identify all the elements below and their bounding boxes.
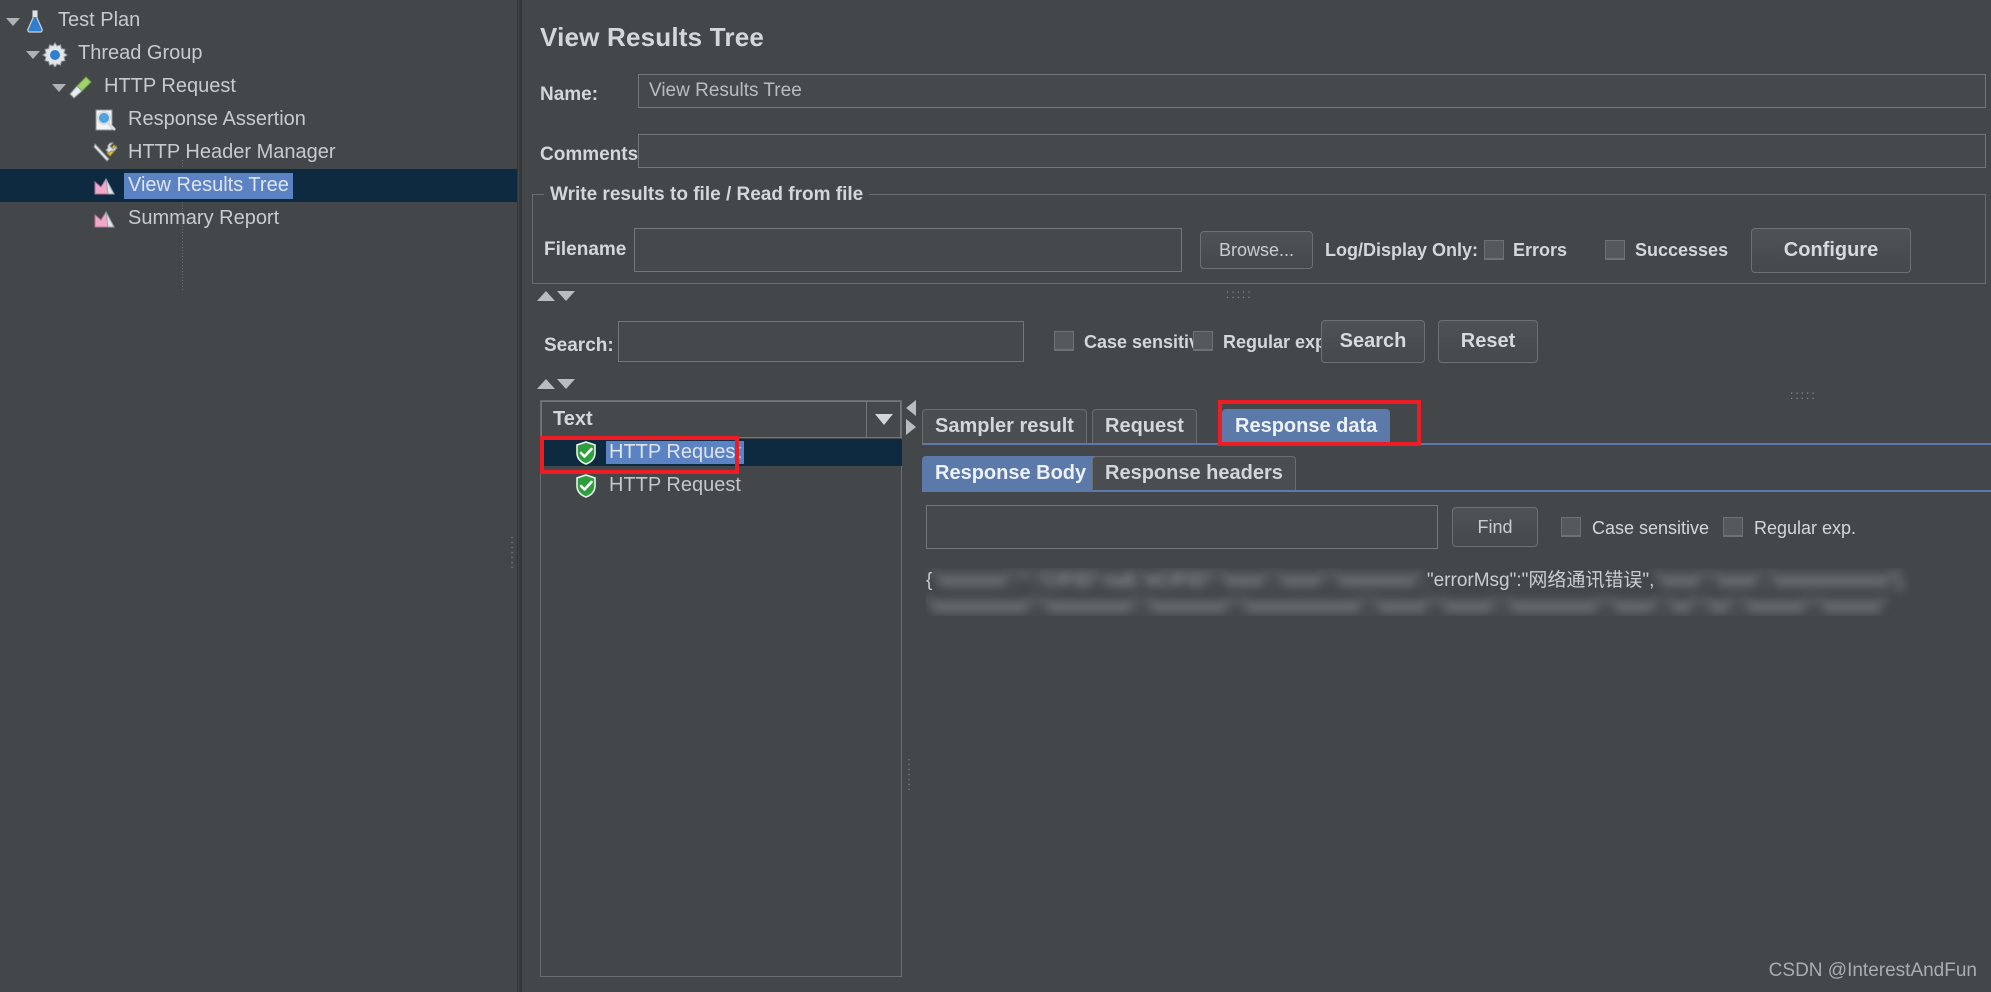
name-label: Name: (540, 84, 599, 105)
find-input[interactable] (926, 505, 1438, 549)
find-case-sensitive-checkbox[interactable] (1561, 517, 1581, 537)
tree-item-label: HTTP Header Manager (128, 140, 336, 163)
tree-item-label: Test Plan (58, 8, 141, 31)
response-line1-redacted-a: "xxxxxxx":"","CIFID":null,"eCIFID":"xxxx… (932, 570, 1427, 591)
tab-response-data[interactable]: Response data (1222, 409, 1391, 443)
tree-item-summary-report[interactable]: Summary Report (0, 202, 517, 235)
filename-label: Filename (544, 239, 627, 260)
log-display-only-label: Log/Display Only: (1325, 240, 1479, 260)
tree-item-http-header-manager[interactable]: HTTP Header Manager (0, 136, 517, 169)
results-list-panel[interactable]: Text HTTP Request HTTP Request (540, 400, 902, 977)
chevron-down-icon[interactable] (50, 79, 66, 95)
view-results-tree-panel: View Results Tree Name: View Results Tre… (519, 0, 1991, 992)
chart-icon (92, 206, 118, 232)
splitter-handle-top[interactable]: ::::: (1226, 288, 1253, 300)
tree-item-test-plan[interactable]: Test Plan (0, 4, 517, 37)
response-body-line-1: {"xxxxxxx":"","CIFID":null,"eCIFID":"xxx… (926, 568, 1991, 594)
splitter-collapse-arrows-top[interactable] (537, 291, 575, 301)
configure-button[interactable]: Configure (1751, 228, 1911, 273)
search-regular-exp-checkbox[interactable] (1193, 331, 1213, 351)
tab-request[interactable]: Request (1092, 409, 1197, 443)
chevron-down-icon[interactable] (866, 402, 900, 437)
splitter-collapse-arrows-bottom[interactable] (537, 379, 575, 389)
arrow-down-icon[interactable] (557, 291, 575, 301)
arrow-down-icon[interactable] (557, 379, 575, 389)
find-regular-exp-checkbox[interactable] (1723, 517, 1743, 537)
search-regular-exp-label: Regular exp. (1223, 332, 1332, 352)
tree-item-label: Thread Group (78, 41, 203, 64)
find-case-sensitive-label: Case sensitive (1592, 518, 1710, 538)
results-splitter-arrows[interactable] (906, 400, 916, 435)
tree-item-view-results-tree[interactable]: View Results Tree (0, 169, 517, 202)
arrow-up-icon[interactable] (537, 291, 555, 301)
errors-label: Errors (1513, 240, 1568, 260)
tab-sampler-result[interactable]: Sampler result (922, 409, 1087, 443)
response-line1-visible: "errorMsg":"网络通讯错误", (1426, 570, 1655, 591)
tree-splitter-handle[interactable]: :::::: (508, 535, 516, 571)
filename-input[interactable] (634, 228, 1182, 272)
magnifier-page-icon (92, 107, 118, 133)
arrow-left-icon[interactable] (906, 400, 916, 416)
tab-response-headers[interactable]: Response headers (1092, 456, 1296, 490)
arrow-right-icon[interactable] (906, 419, 916, 435)
tree-item-label: Response Assertion (128, 107, 306, 130)
tree-item-label: View Results Tree (124, 172, 293, 199)
comments-label: Comments: (540, 144, 645, 165)
search-case-sensitive-checkbox[interactable] (1054, 331, 1074, 351)
success-shield-icon (574, 440, 598, 465)
comments-input[interactable] (638, 134, 1986, 168)
result-row[interactable]: HTTP Request (542, 472, 902, 499)
response-body-content[interactable]: {"xxxxxxx":"","CIFID":null,"eCIFID":"xxx… (926, 568, 1991, 616)
tree-item-thread-group[interactable]: Thread Group (0, 37, 517, 70)
successes-label: Successes (1635, 240, 1729, 260)
render-selector-combo[interactable]: Text (541, 401, 901, 438)
search-input[interactable] (618, 321, 1024, 362)
errors-checkbox[interactable] (1484, 240, 1504, 260)
find-button[interactable]: Find (1452, 507, 1538, 547)
success-shield-icon (574, 473, 598, 498)
watermark: CSDN @InterestAndFun (1768, 960, 1977, 981)
results-splitter-handle[interactable]: :::::: (905, 757, 913, 793)
search-label: Search: (544, 335, 614, 356)
chart-icon (92, 173, 118, 199)
gear-icon (42, 41, 68, 67)
page-title: View Results Tree (540, 22, 765, 52)
tree-item-label: Summary Report (128, 206, 280, 229)
jmeter-window: Test Plan Thread Group HTTP Request Resp… (0, 0, 1991, 992)
tab-response-body[interactable]: Response Body (922, 456, 1100, 490)
response-line1-redacted-b: "xxxx":"xxxx","xxxxxxxxxxxx"], (1654, 570, 1907, 591)
chevron-down-icon[interactable] (24, 46, 40, 62)
search-case-sensitive-label: Case sensitive (1084, 332, 1210, 352)
write-results-group-title: Write results to file / Read from file (544, 184, 870, 206)
tree-item-label: HTTP Request (104, 74, 236, 97)
render-selector-value: Text (553, 408, 593, 430)
chevron-down-icon[interactable] (4, 13, 20, 29)
result-row-selected[interactable]: HTTP Request (542, 439, 902, 466)
pipette-icon (68, 74, 94, 100)
reset-button[interactable]: Reset (1438, 320, 1538, 363)
find-regular-exp-label: Regular exp. (1754, 518, 1857, 538)
response-body-line-2: "xxxxxxxxxx":"xxxxxxxxx","xxxxxxxx":"xxx… (926, 596, 1887, 616)
arrow-up-icon[interactable] (537, 379, 555, 389)
tools-icon (92, 140, 118, 166)
detail-splitter-handle[interactable]: ::::: (1790, 389, 1817, 401)
result-row-label: HTTP Request (606, 441, 744, 464)
tree-item-http-request[interactable]: HTTP Request (0, 70, 517, 103)
tree-item-response-assertion[interactable]: Response Assertion (0, 103, 517, 136)
name-input[interactable]: View Results Tree (638, 74, 1986, 108)
successes-checkbox[interactable] (1605, 240, 1625, 260)
response-tab-underline (922, 490, 1991, 492)
test-plan-tree[interactable]: Test Plan Thread Group HTTP Request Resp… (0, 0, 518, 992)
flask-icon (22, 8, 48, 34)
search-button[interactable]: Search (1321, 320, 1425, 363)
result-row-label: HTTP Request (609, 474, 741, 496)
browse-button[interactable]: Browse... (1200, 231, 1313, 269)
tab-underline (922, 443, 1991, 445)
